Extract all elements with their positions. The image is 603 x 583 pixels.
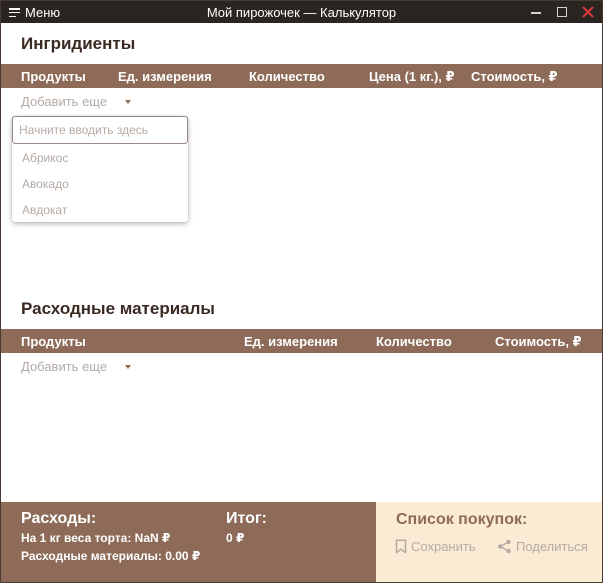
- caret-down-icon: [125, 365, 132, 369]
- dropdown-option[interactable]: Авокадо: [22, 177, 69, 191]
- column-header: Цена (1 кг.), ₽: [369, 69, 455, 84]
- column-header: Продукты: [21, 334, 86, 349]
- ingredients-add-more-button[interactable]: Добавить еще: [21, 94, 132, 109]
- maximize-icon[interactable]: [556, 6, 568, 18]
- column-header: Ед. измерения: [244, 334, 338, 349]
- column-header: Ед. измерения: [118, 69, 212, 84]
- minimize-icon[interactable]: [530, 6, 542, 18]
- total-value: 0 ₽: [226, 531, 245, 545]
- save-button[interactable]: Сохранить: [395, 539, 476, 554]
- add-more-label: Добавить еще: [21, 94, 108, 109]
- app-window: Меню Мой пирожочек — Калькулятор Ингриди…: [0, 0, 603, 583]
- column-header: Количество: [249, 69, 325, 84]
- caret-down-icon: [125, 100, 132, 104]
- column-header: Количество: [376, 334, 452, 349]
- menu-label: Меню: [25, 5, 61, 20]
- materials-title: Расходные материалы: [21, 299, 215, 318]
- add-more-label: Добавить еще: [21, 359, 108, 374]
- bookmark-icon: [395, 539, 407, 554]
- column-header: Стоимость, ₽: [495, 334, 582, 349]
- shopping-list-title: Список покупок:: [396, 511, 528, 528]
- materials-add-more-button[interactable]: Добавить еще: [21, 359, 132, 374]
- share-button[interactable]: Поделиться: [497, 539, 588, 554]
- ingredients-title: Ингридиенты: [21, 34, 136, 53]
- save-label: Сохранить: [411, 539, 476, 554]
- window-title: Мой пирожочек — Калькулятор: [206, 5, 397, 20]
- materials-cost: Расходные материалы: 0.00 ₽: [21, 549, 201, 563]
- column-header: Стоимость, ₽: [471, 69, 558, 84]
- dropdown-option[interactable]: Абрикос: [22, 151, 68, 165]
- share-icon: [498, 539, 511, 554]
- hamburger-icon: [9, 8, 20, 17]
- per-kg-cost: На 1 кг веса торта: NaN ₽: [21, 531, 171, 545]
- ingredient-dropdown: Абрикос Авокадо Авдокат: [12, 116, 188, 222]
- shopping-list-panel: Список покупок: Сохранить Поделиться: [376, 502, 602, 582]
- window-controls: [530, 1, 594, 23]
- materials-table-header: Продукты Ед. измерения Количество Стоимо…: [1, 329, 602, 353]
- expenses-panel: Расходы: На 1 кг веса торта: NaN ₽ Расхо…: [1, 502, 376, 582]
- ingredient-search-input[interactable]: [12, 116, 188, 144]
- expenses-title: Расходы:: [21, 510, 97, 527]
- share-label: Поделиться: [516, 539, 588, 554]
- title-bar: Меню Мой пирожочек — Калькулятор: [1, 1, 602, 23]
- menu-button[interactable]: Меню: [9, 4, 60, 21]
- dropdown-option[interactable]: Авдокат: [22, 203, 67, 217]
- total-title: Итог:: [226, 510, 267, 527]
- column-header: Продукты: [21, 69, 86, 84]
- close-icon[interactable]: [582, 6, 594, 18]
- ingredients-table-header: Продукты Ед. измерения Количество Цена (…: [1, 64, 602, 88]
